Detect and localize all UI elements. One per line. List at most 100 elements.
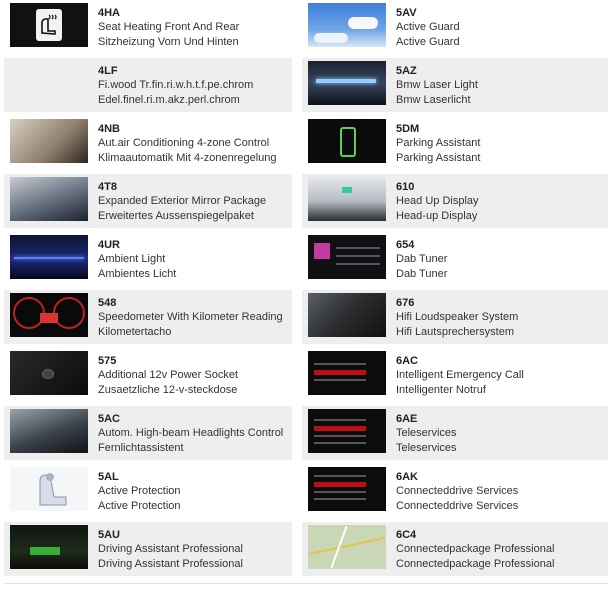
option-row: 4HA Seat Heating Front And Rear Sitzheiz… (4, 0, 292, 54)
option-name-de: Bmw Laserlicht (396, 94, 471, 106)
option-code: 6AC (396, 355, 419, 367)
empty-thumbnail (10, 61, 88, 105)
teleservices-photo (308, 409, 386, 453)
option-name-de: Ambientes Licht (98, 268, 177, 280)
option-code: 4T8 (98, 181, 117, 193)
option-code: 4HA (98, 7, 121, 19)
option-code: 4UR (98, 239, 121, 251)
option-name-de: Parking Assistant (396, 152, 481, 164)
option-row: 6AE Teleservices Teleservices (302, 406, 608, 460)
dab-tuner-photo (308, 235, 386, 279)
option-code: 6AE (396, 413, 418, 425)
option-code: 610 (396, 181, 415, 193)
option-name-de: Kilometertacho (98, 326, 172, 338)
option-code: 4NB (98, 123, 121, 135)
option-name-de: Zusaetzliche 12-v-steckdose (98, 384, 238, 396)
sky-photo (308, 3, 386, 47)
options-list-right: 5AV Active Guard Active Guard 5AZ Bmw La… (302, 0, 608, 580)
option-row: 6C4 Connectedpackage Professional Connec… (302, 522, 608, 576)
option-name-de: Hifi Lautsprechersystem (396, 326, 514, 338)
climate-control-photo (10, 119, 88, 163)
driving-assistant-photo (10, 525, 88, 569)
option-name-de: Erweitertes Aussenspiegelpaket (98, 210, 254, 222)
parking-assistant-photo (308, 119, 386, 163)
options-list-left: 4HA Seat Heating Front And Rear Sitzheiz… (4, 0, 292, 580)
option-name-en: Ambient Light (98, 253, 166, 265)
option-name-de: Klimaautomatik Mit 4-zonenregelung (98, 152, 277, 164)
power-socket-photo (10, 351, 88, 395)
option-name-de: Dab Tuner (396, 268, 448, 280)
option-row: 4NB Aut.air Conditioning 4-zone Control … (4, 116, 292, 170)
option-name-en: Connectedpackage Professional (396, 543, 555, 555)
option-name-de: Intelligenter Notruf (396, 384, 486, 396)
option-code: 5AL (98, 471, 119, 483)
active-protection-photo (10, 467, 88, 511)
option-name-de: Teleservices (396, 442, 457, 454)
option-name-en: Driving Assistant Professional (98, 543, 243, 555)
option-row: 4UR Ambient Light Ambientes Licht (4, 232, 292, 286)
option-name-en: Autom. High-beam Headlights Control (98, 427, 284, 439)
option-name-de: Head-up Display (396, 210, 478, 222)
option-name-de: Sitzheizung Vorn Und Hinten (98, 36, 239, 48)
option-name-en: Head Up Display (396, 195, 479, 207)
option-name-en: Speedometer With Kilometer Reading (98, 311, 283, 323)
mirror-photo (10, 177, 88, 221)
option-code: 676 (396, 297, 415, 309)
laser-light-photo (308, 61, 386, 105)
option-name-de: Active Guard (396, 36, 460, 48)
option-row: 676 Hifi Loudspeaker System Hifi Lautspr… (302, 290, 608, 344)
option-code: 5AC (98, 413, 121, 425)
hifi-speaker-photo (308, 293, 386, 337)
seat-heating-icon (10, 3, 88, 47)
option-row: 610 Head Up Display Head-up Display (302, 174, 608, 228)
option-name-en: Connecteddrive Services (396, 485, 519, 497)
option-row: 5AU Driving Assistant Professional Drivi… (4, 522, 292, 576)
option-name-en: Teleservices (396, 427, 457, 439)
headlight-photo (10, 409, 88, 453)
option-code: 5AZ (396, 65, 417, 77)
option-row: 5AC Autom. High-beam Headlights Control … (4, 406, 292, 460)
option-code: 654 (396, 239, 415, 251)
option-code: 575 (98, 355, 117, 367)
emergency-call-photo (308, 351, 386, 395)
option-name-en: Hifi Loudspeaker System (396, 311, 519, 323)
map-navigation-photo (308, 525, 386, 569)
option-name-en: Aut.air Conditioning 4-zone Control (98, 137, 270, 149)
option-name-de: Connectedpackage Professional (396, 558, 555, 570)
option-code: 548 (98, 297, 117, 309)
option-name-de: Connecteddrive Services (396, 500, 519, 512)
option-name-en: Bmw Laser Light (396, 79, 478, 91)
option-row: 5AL Active Protection Active Protection (4, 464, 292, 518)
option-row: 4LF Fi.wood Tr.fin.ri.w.h.t.f.pe.chrom E… (4, 58, 292, 112)
option-name-en: Seat Heating Front And Rear (98, 21, 240, 33)
option-code: 6C4 (396, 529, 417, 541)
option-row: 5AZ Bmw Laser Light Bmw Laserlicht (302, 58, 608, 112)
option-row: 5AV Active Guard Active Guard (302, 0, 608, 54)
option-name-de: Driving Assistant Professional (98, 558, 243, 570)
option-name-en: Active Protection (98, 485, 181, 497)
divider (4, 583, 608, 584)
option-code: 5DM (396, 123, 420, 135)
option-name-en: Dab Tuner (396, 253, 448, 265)
option-code: 5AU (98, 529, 121, 541)
head-up-display-photo (308, 177, 386, 221)
option-row: 548 Speedometer With Kilometer Reading K… (4, 290, 292, 344)
option-row: 4T8 Expanded Exterior Mirror Package Erw… (4, 174, 292, 228)
option-row: 5DM Parking Assistant Parking Assistant (302, 116, 608, 170)
option-name-en: Parking Assistant (396, 137, 481, 149)
option-row: 575 Additional 12v Power Socket Zusaetzl… (4, 348, 292, 402)
option-name-en: Intelligent Emergency Call (396, 369, 524, 381)
option-row: 6AC Intelligent Emergency Call Intellige… (302, 348, 608, 402)
option-code: 4LF (98, 65, 118, 77)
option-row: 6AK Connecteddrive Services Connecteddri… (302, 464, 608, 518)
speedometer-photo (10, 293, 88, 337)
option-name-de: Fernlichtassistent (98, 442, 184, 454)
option-name-en: Fi.wood Tr.fin.ri.w.h.t.f.pe.chrom (98, 79, 254, 91)
option-name-en: Active Guard (396, 21, 460, 33)
ambient-light-photo (10, 235, 88, 279)
option-code: 5AV (396, 7, 417, 19)
connecteddrive-photo (308, 467, 386, 511)
option-name-en: Additional 12v Power Socket (98, 369, 239, 381)
option-name-de: Edel.finel.ri.m.akz.perl.chrom (98, 94, 240, 106)
option-row: 654 Dab Tuner Dab Tuner (302, 232, 608, 286)
